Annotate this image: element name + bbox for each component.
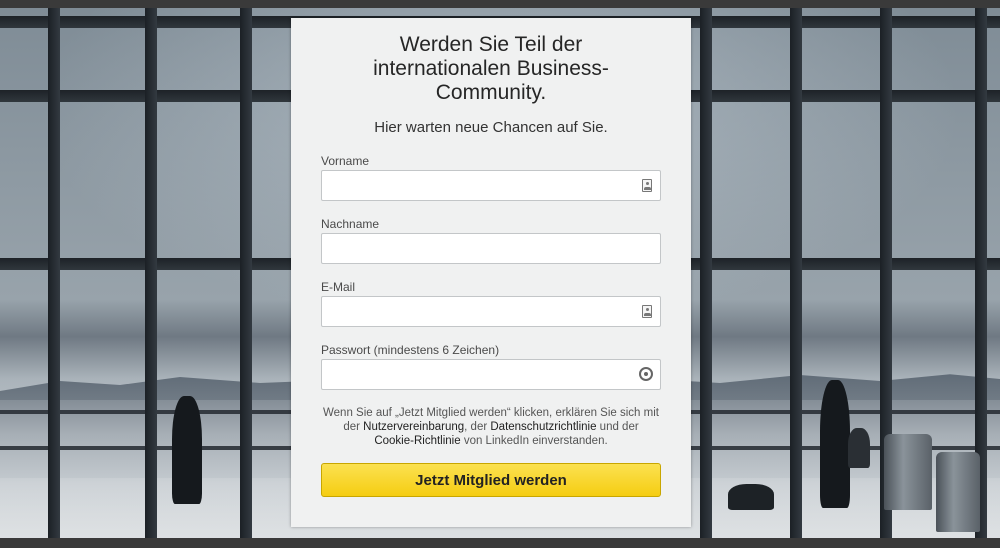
email-field[interactable]	[321, 296, 661, 327]
luggage	[728, 484, 774, 510]
last-name-field[interactable]	[321, 233, 661, 264]
signup-card: Werden Sie Teil der internationalen Busi…	[291, 18, 691, 527]
password-key-icon[interactable]	[639, 367, 653, 381]
password-field[interactable]	[321, 359, 661, 390]
trash-bin	[884, 434, 932, 510]
trash-bin	[936, 452, 980, 532]
bottom-border	[0, 538, 1000, 548]
password-input[interactable]	[322, 360, 638, 389]
autofill-contact-icon[interactable]	[642, 305, 652, 318]
traveler-silhouette	[820, 380, 850, 508]
email-input[interactable]	[322, 297, 638, 326]
first-name-field[interactable]	[321, 170, 661, 201]
autofill-contact-icon[interactable]	[642, 179, 652, 192]
traveler-silhouette	[172, 396, 202, 504]
luggage	[848, 428, 870, 468]
cookie-policy-link[interactable]: Cookie-Richtlinie	[374, 435, 460, 447]
first-name-input[interactable]	[322, 171, 638, 200]
signup-headline: Werden Sie Teil der internationalen Busi…	[373, 33, 609, 104]
email-label: E-Mail	[321, 280, 356, 294]
last-name-input[interactable]	[322, 234, 638, 263]
last-name-label: Nachname	[321, 217, 380, 231]
first-name-label: Vorname	[321, 154, 370, 168]
signup-subline: Hier warten neue Chancen auf Sie.	[374, 119, 608, 136]
legal-notice: Wenn Sie auf „Jetzt Mitglied werden“ kli…	[323, 407, 659, 447]
top-border	[0, 0, 1000, 8]
privacy-policy-link[interactable]: Datenschutzrichtlinie	[490, 421, 596, 433]
password-label: Passwort (mindestens 6 Zeichen)	[321, 343, 500, 357]
join-now-button[interactable]: Jetzt Mitglied werden	[321, 463, 661, 497]
user-agreement-link[interactable]: Nutzervereinbarung	[363, 421, 464, 433]
